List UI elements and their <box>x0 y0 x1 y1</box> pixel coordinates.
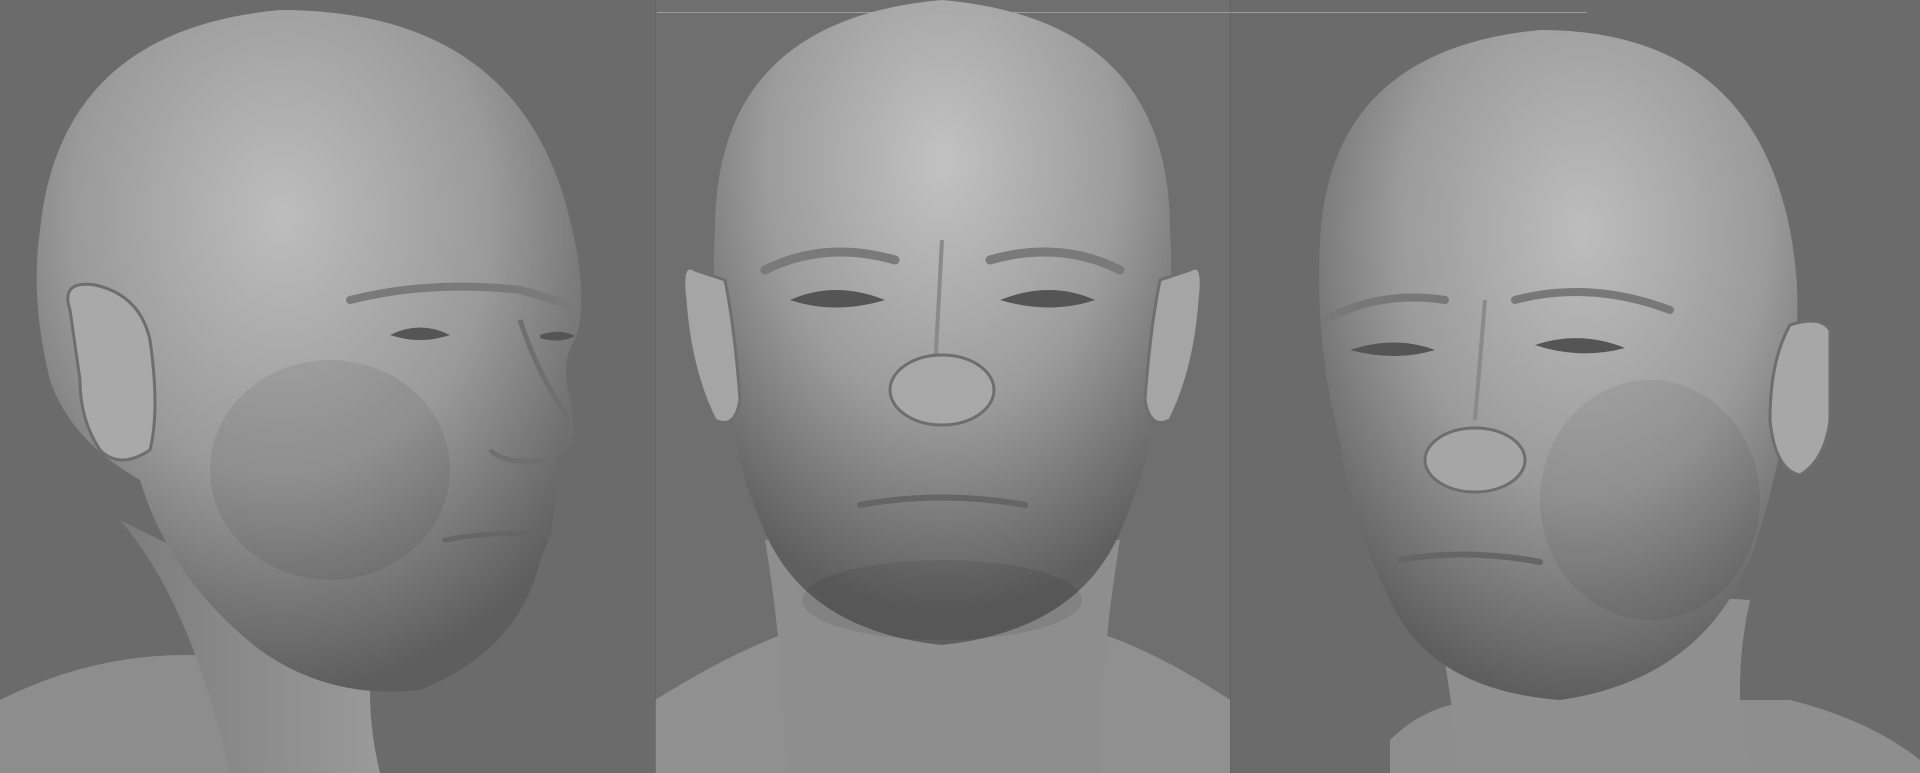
top-rule <box>657 12 1587 13</box>
head-view-three-quarter-left <box>1230 0 1920 773</box>
head-view-three-quarter-right <box>0 0 655 773</box>
head-sculpt-center <box>655 0 1230 773</box>
panel-divider-right <box>1230 0 1231 773</box>
head-sculpt-left <box>0 0 655 773</box>
panel-divider-left <box>655 0 656 773</box>
viewport-canvas[interactable] <box>0 0 1920 773</box>
head-sculpt-right <box>1230 0 1920 773</box>
head-view-front <box>655 0 1230 773</box>
